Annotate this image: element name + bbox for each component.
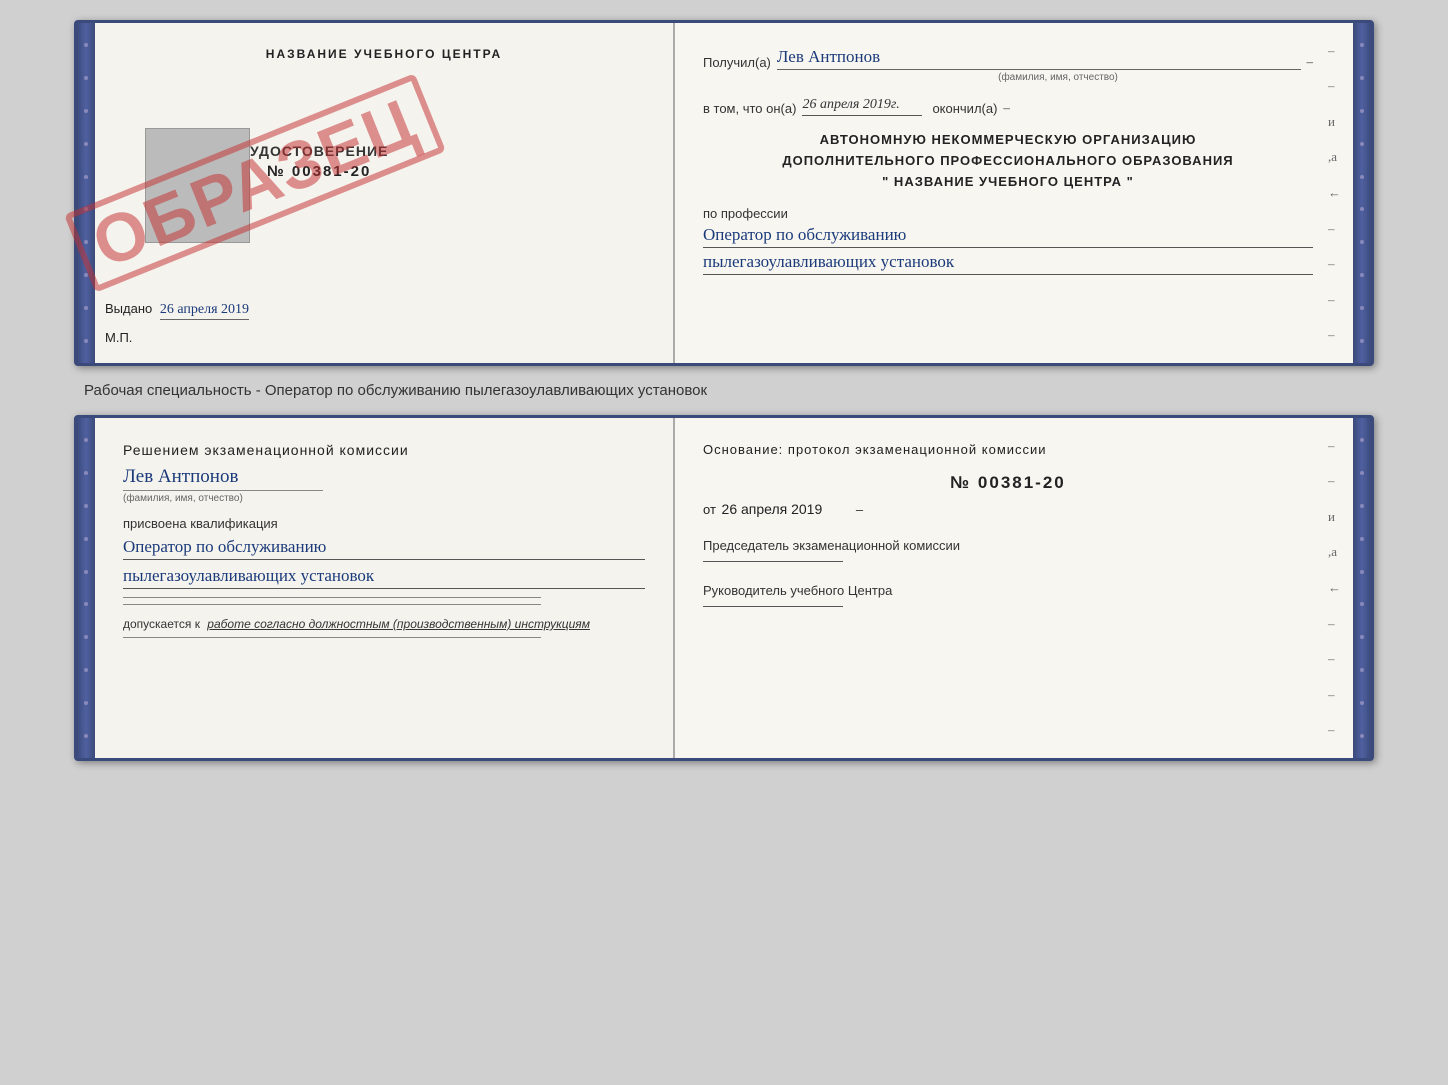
- dopusk-block: допускается к работе согласно должностны…: [123, 617, 645, 631]
- blank-line-1: [123, 597, 541, 598]
- fio-sublabel-top: (фамилия, имя, отчество): [803, 72, 1313, 83]
- prof-line1: Оператор по обслуживанию: [703, 225, 1313, 248]
- bottom-left-page: Решением экзаменационной комиссии Лев Ан…: [95, 418, 675, 758]
- poluchil-label: Получил(а): [703, 55, 771, 70]
- udost-block: УДОСТОВЕРЕНИЕ № 00381-20: [250, 143, 388, 180]
- poluchil-value: Лев Антпонов: [777, 47, 1301, 70]
- rukovoditel-sig-line: [703, 606, 843, 607]
- osnov-label: Основание: протокол экзаменационной коми…: [703, 442, 1313, 457]
- top-certificate-book: НАЗВАНИЕ УЧЕБНОГО ЦЕНТРА ОБРАЗЕЦ УДОСТОВ…: [74, 20, 1374, 366]
- protocol-date-row: от 26 апреля 2019 –: [703, 501, 1313, 517]
- vtom-date: 26 апреля 2019г.: [802, 97, 922, 116]
- left-spine-bottom: [77, 418, 95, 758]
- vydano-date: 26 апреля 2019: [160, 302, 249, 320]
- predsedatel-sig-line: [703, 561, 843, 562]
- bottom-certificate-book: Решением экзаменационной комиссии Лев Ан…: [74, 415, 1374, 761]
- kvali-line2: пылегазоулавливающих установок: [123, 566, 645, 589]
- udost-number: № 00381-20: [250, 163, 388, 180]
- left-spine: [77, 23, 95, 363]
- predsedatel-label: Председатель экзаменационной комиссии: [703, 537, 1313, 555]
- prof-line2: пылегазоулавливающих установок: [703, 252, 1313, 275]
- mp-label: М.П.: [105, 330, 132, 345]
- resheniem-label: Решением экзаменационной комиссии: [123, 442, 645, 458]
- blank-line-2: [123, 604, 541, 605]
- subtitle: Рабочая специальность - Оператор по обсл…: [74, 382, 707, 399]
- udost-label: УДОСТОВЕРЕНИЕ: [250, 143, 388, 159]
- okonchil-label: окончил(а): [932, 101, 997, 116]
- bottom-fio-sublabel: (фамилия, имя, отчество): [123, 490, 323, 504]
- document-container: НАЗВАНИЕ УЧЕБНОГО ЦЕНТРА ОБРАЗЕЦ УДОСТОВ…: [74, 20, 1374, 761]
- protocol-number: № 00381-20: [703, 473, 1313, 493]
- right-edge-dashes-bottom: ––и,а←––––: [1328, 418, 1341, 758]
- obrazec-stamp-text: ОБРАЗЕЦ: [64, 73, 446, 292]
- vydano-block: Выдано 26 апреля 2019: [105, 301, 249, 318]
- po-professii-label: по профессии: [703, 206, 1313, 221]
- poluchil-row: Получил(а) Лев Антпонов –: [703, 47, 1313, 70]
- kvali-line1: Оператор по обслуживанию: [123, 537, 645, 560]
- org-line2: ДОПОЛНИТЕЛЬНОГО ПРОФЕССИОНАЛЬНОГО ОБРАЗО…: [703, 151, 1313, 172]
- top-left-title: НАЗВАНИЕ УЧЕБНОГО ЦЕНТРА: [123, 47, 645, 61]
- photo-placeholder: [145, 128, 250, 243]
- bottom-person-name: Лев Антпонов: [123, 466, 645, 488]
- org-line3: " НАЗВАНИЕ УЧЕБНОГО ЦЕНТРА ": [703, 172, 1313, 193]
- org-line1: АВТОНОМНУЮ НЕКОММЕРЧЕСКУЮ ОРГАНИЗАЦИЮ: [703, 130, 1313, 151]
- right-edge-dashes: ––и,а←––––: [1328, 23, 1341, 363]
- org-block: АВТОНОМНУЮ НЕКОММЕРЧЕСКУЮ ОРГАНИЗАЦИЮ ДО…: [703, 130, 1313, 192]
- prisvoena-label: присвоена квалификация: [123, 516, 645, 531]
- right-spine-top: [1353, 23, 1371, 363]
- dopusk-value: работе согласно должностным (производств…: [207, 617, 590, 631]
- vydano-label: Выдано: [105, 301, 152, 316]
- top-left-page: НАЗВАНИЕ УЧЕБНОГО ЦЕНТРА ОБРАЗЕЦ УДОСТОВ…: [95, 23, 675, 363]
- protocol-date: 26 апреля 2019: [722, 501, 823, 517]
- vtom-label: в том, что он(а): [703, 101, 796, 116]
- bottom-right-page: Основание: протокол экзаменационной коми…: [675, 418, 1353, 758]
- top-right-page: Получил(а) Лев Антпонов – (фамилия, имя,…: [675, 23, 1353, 363]
- rukovoditel-label: Руководитель учебного Центра: [703, 582, 1313, 600]
- vtom-row: в том, что он(а) 26 апреля 2019г. окончи…: [703, 97, 1313, 116]
- blank-line-3: [123, 637, 541, 638]
- dopusk-prefix: допускается к: [123, 617, 200, 631]
- right-spine-bottom: [1353, 418, 1371, 758]
- ot-label: от: [703, 502, 716, 517]
